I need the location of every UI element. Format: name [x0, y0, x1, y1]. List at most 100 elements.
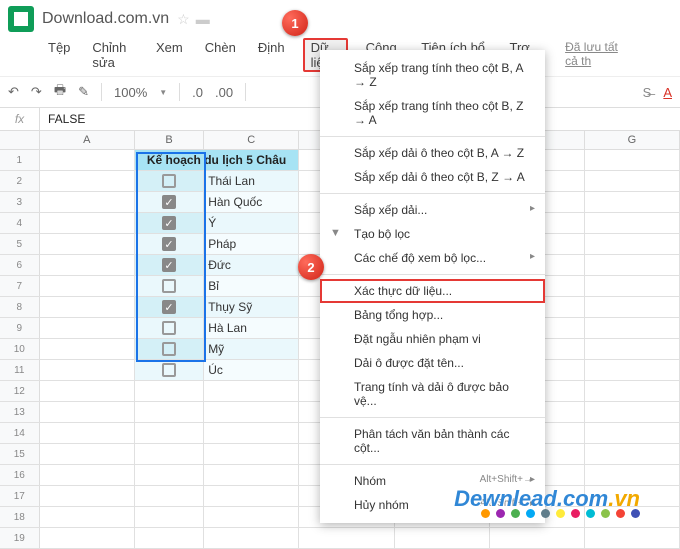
fx-value[interactable]: FALSE [40, 108, 93, 130]
paint-icon[interactable]: ✎ [78, 84, 89, 100]
checkbox-cell[interactable]: ✓ [135, 192, 204, 212]
menu-item--t-ng-u-nhi-n-ph-m-v[interactable]: Đặt ngẫu nhiên phạm vi [320, 327, 545, 351]
col-header-A[interactable]: A [40, 131, 135, 149]
cell[interactable] [585, 276, 680, 296]
cell[interactable] [40, 297, 135, 317]
checkbox-icon[interactable] [162, 342, 176, 356]
checkbox-cell[interactable]: ✓ [135, 297, 204, 317]
cell[interactable] [40, 171, 135, 191]
label-cell[interactable]: Pháp [204, 234, 299, 254]
checkbox-icon[interactable] [162, 174, 176, 188]
checkbox-icon[interactable]: ✓ [162, 195, 176, 209]
menu-item-x-c-th-c-d-li-u-[interactable]: Xác thực dữ liệu... [320, 279, 545, 303]
row-number[interactable]: 8 [0, 297, 40, 317]
cell[interactable] [585, 318, 680, 338]
cell[interactable] [490, 528, 585, 548]
menu-tệp[interactable]: Tệp [44, 38, 74, 72]
cell[interactable] [40, 213, 135, 233]
cell[interactable] [40, 276, 135, 296]
cell[interactable] [204, 486, 299, 506]
cell[interactable] [40, 234, 135, 254]
row-number[interactable]: 9 [0, 318, 40, 338]
cell[interactable] [204, 465, 299, 485]
label-cell[interactable]: Hàn Quốc [204, 192, 299, 212]
row-number[interactable]: 4 [0, 213, 40, 233]
cell[interactable] [585, 528, 680, 548]
doc-title[interactable]: Download.com.vn [42, 10, 169, 28]
text-color-icon[interactable]: A [663, 85, 672, 100]
cell[interactable] [135, 528, 204, 548]
row-number[interactable]: 16 [0, 465, 40, 485]
checkbox-cell[interactable] [135, 276, 204, 296]
cell[interactable] [135, 423, 204, 443]
menu-chỉnh-sửa[interactable]: Chỉnh sửa [88, 38, 138, 72]
row-number[interactable]: 5 [0, 234, 40, 254]
cell[interactable] [135, 444, 204, 464]
cell[interactable] [40, 192, 135, 212]
undo-icon[interactable]: ↶ [8, 84, 19, 100]
checkbox-icon[interactable] [162, 363, 176, 377]
menu-item-ph-n-t-ch-v-n-b-n-th[interactable]: Phân tách văn bản thành các cột... [320, 422, 545, 460]
menu-item-s-p-x-p-d-i-theo-c-t[interactable]: Sắp xếp dải ô theo cột B, Z → A [320, 165, 545, 189]
row-number[interactable]: 11 [0, 360, 40, 380]
menu-item-b-ng-t-ng-h-p-[interactable]: Bảng tổng hợp... [320, 303, 545, 327]
cell[interactable] [204, 528, 299, 548]
label-cell[interactable]: Mỹ [204, 339, 299, 359]
folder-icon[interactable]: ▬ [196, 11, 210, 27]
cell[interactable] [204, 381, 299, 401]
format-dec-icon[interactable]: .0 [192, 85, 203, 100]
menu-item-d-i-c-t-t-n-[interactable]: Dải ô được đặt tên... [320, 351, 545, 375]
label-cell[interactable]: Bỉ [204, 276, 299, 296]
checkbox-icon[interactable] [162, 279, 176, 293]
label-cell[interactable]: Ý [204, 213, 299, 233]
menu-item-trang-t-nh-v-d-i-c-b[interactable]: Trang tính và dải ô được bảo vệ... [320, 375, 545, 413]
cell[interactable] [204, 444, 299, 464]
row-number[interactable]: 18 [0, 507, 40, 527]
cell[interactable] [585, 171, 680, 191]
row-number[interactable]: 13 [0, 402, 40, 422]
cell[interactable] [40, 528, 135, 548]
label-cell[interactable]: Thụy Sỹ [204, 297, 299, 317]
cell[interactable] [585, 192, 680, 212]
cell[interactable] [204, 423, 299, 443]
checkbox-icon[interactable] [162, 321, 176, 335]
cell[interactable] [135, 486, 204, 506]
cell[interactable] [40, 381, 135, 401]
format-inc-icon[interactable]: .00 [215, 85, 233, 100]
row-number[interactable]: 15 [0, 444, 40, 464]
cell[interactable] [585, 255, 680, 275]
star-icon[interactable]: ☆ [177, 11, 190, 28]
col-header-G[interactable]: G [585, 131, 680, 149]
cell[interactable] [135, 507, 204, 527]
label-cell[interactable]: Đức [204, 255, 299, 275]
cell[interactable] [585, 444, 680, 464]
cell[interactable] [585, 360, 680, 380]
checkbox-icon[interactable]: ✓ [162, 237, 176, 251]
menu-item-s-p-x-p-d-i-[interactable]: Sắp xếp dải... [320, 198, 545, 222]
menu-item-t-o-b-l-c[interactable]: ▼Tạo bộ lọc [320, 222, 545, 246]
cell[interactable] [585, 150, 680, 170]
cell[interactable] [40, 150, 135, 170]
menu-định[interactable]: Định [254, 38, 289, 72]
cell[interactable] [135, 381, 204, 401]
redo-icon[interactable]: ↷ [31, 84, 42, 100]
row-number[interactable]: 3 [0, 192, 40, 212]
cell[interactable] [585, 402, 680, 422]
row-number[interactable]: 10 [0, 339, 40, 359]
checkbox-cell[interactable]: ✓ [135, 234, 204, 254]
cell[interactable] [585, 297, 680, 317]
cell[interactable] [395, 528, 490, 548]
cell[interactable] [40, 318, 135, 338]
cell[interactable] [40, 255, 135, 275]
strike-icon[interactable]: S̶ [643, 85, 652, 100]
cell[interactable] [40, 486, 135, 506]
checkbox-cell[interactable] [135, 339, 204, 359]
row-number[interactable]: 2 [0, 171, 40, 191]
cell[interactable] [585, 465, 680, 485]
cell[interactable] [585, 234, 680, 254]
row-number[interactable]: 19 [0, 528, 40, 548]
cell[interactable] [40, 444, 135, 464]
col-header-C[interactable]: C [204, 131, 299, 149]
cell[interactable] [585, 339, 680, 359]
menu-item-c-c-ch-xem-b-l-c-[interactable]: Các chế độ xem bộ lọc... [320, 246, 545, 270]
